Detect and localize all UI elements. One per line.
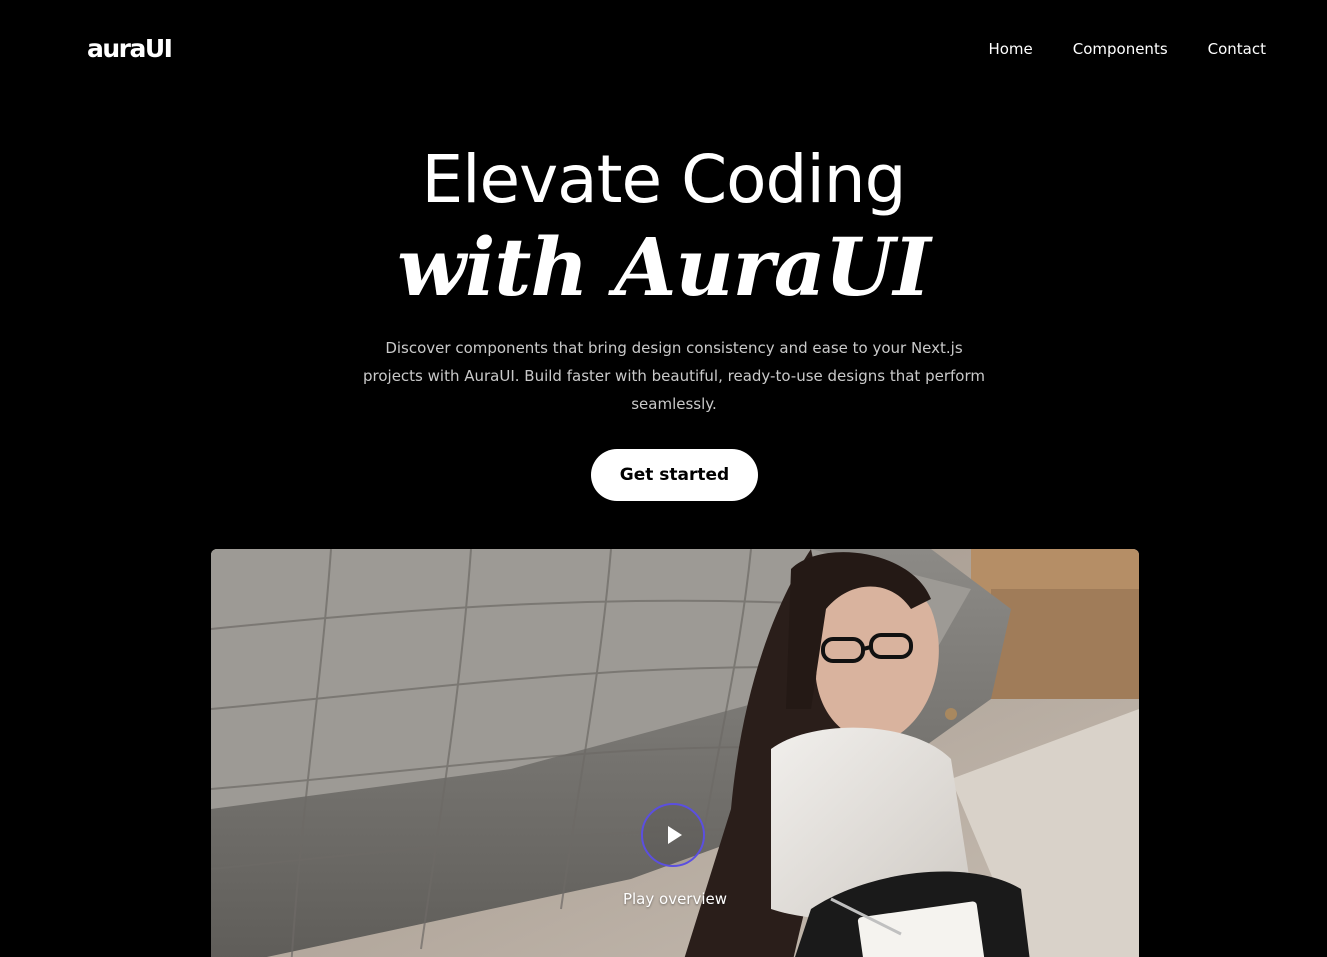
hero-title-line1: Elevate Coding — [421, 141, 906, 218]
landing-page: auraUI Home Components Contact Elevate C… — [0, 0, 1327, 957]
main-nav: Home Components Contact — [988, 39, 1266, 59]
play-icon — [668, 826, 682, 844]
nav-link-components[interactable]: Components — [1073, 39, 1168, 59]
hero-title: Elevate Coding with AuraUI — [0, 138, 1327, 312]
get-started-button[interactable]: Get started — [591, 449, 758, 501]
logo[interactable]: auraUI — [87, 34, 173, 64]
overview-video[interactable]: Play overview — [211, 549, 1139, 957]
hero-title-line2: with AuraUI — [397, 220, 931, 314]
play-overview-label[interactable]: Play overview — [211, 890, 1139, 908]
nav-link-home[interactable]: Home — [988, 39, 1032, 59]
play-button[interactable] — [641, 803, 705, 867]
hero-description: Discover components that bring design co… — [363, 339, 985, 413]
nav-link-contact[interactable]: Contact — [1208, 39, 1266, 59]
